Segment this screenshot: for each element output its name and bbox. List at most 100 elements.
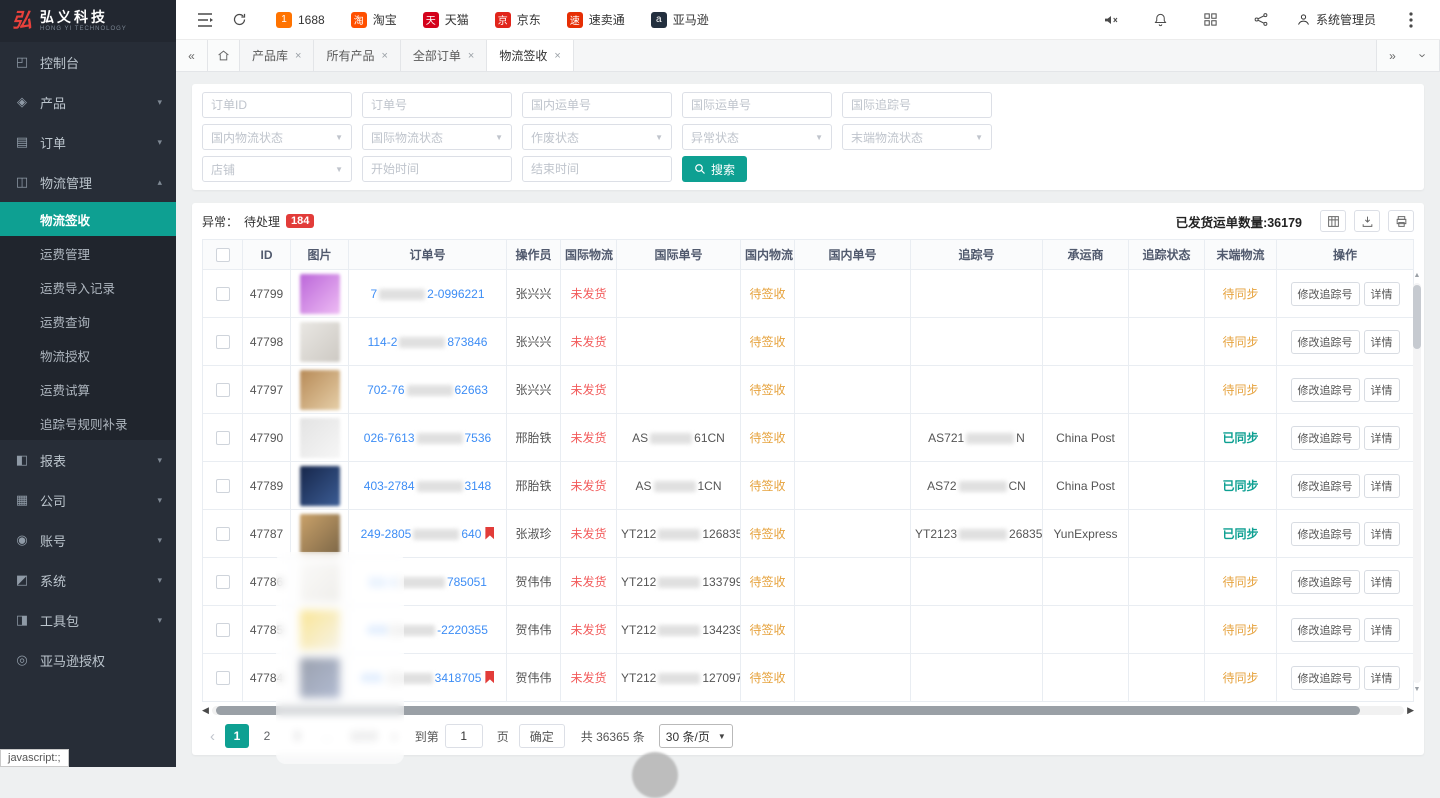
product-image[interactable] bbox=[300, 610, 340, 650]
sidebar-item-reports[interactable]: ◧ 报表 ▾ bbox=[0, 440, 176, 480]
scroll-up-icon[interactable]: ▲ bbox=[1414, 271, 1421, 281]
more-options-icon[interactable] bbox=[1396, 6, 1426, 34]
sidebar-subitem-logistics-signoff[interactable]: 物流签收 bbox=[0, 202, 176, 236]
void-status-select[interactable]: 作废状态▼ bbox=[522, 124, 672, 150]
user-menu[interactable]: 系统管理员 bbox=[1296, 11, 1376, 28]
sidebar-subitem-logistics-auth[interactable]: 物流授权 bbox=[0, 338, 176, 372]
share-nodes-icon[interactable] bbox=[1246, 6, 1276, 34]
page-button-1[interactable]: 1 bbox=[225, 724, 249, 748]
sidebar-subitem-freight-query[interactable]: 运费查询 bbox=[0, 304, 176, 338]
tab-all-orders[interactable]: 全部订单× bbox=[401, 40, 487, 71]
platform-link-taobao[interactable]: 淘淘宝 bbox=[351, 11, 397, 28]
sidebar-subitem-freight-manage[interactable]: 运费管理 bbox=[0, 236, 176, 270]
sidebar-item-accounts[interactable]: ◉ 账号 ▾ bbox=[0, 520, 176, 560]
vscroll-track[interactable] bbox=[1413, 283, 1421, 683]
sidebar-item-orders[interactable]: ▤ 订单 ▾ bbox=[0, 122, 176, 162]
exception-status-select[interactable]: 异常状态▼ bbox=[682, 124, 832, 150]
mute-speaker-icon[interactable] bbox=[1096, 6, 1126, 34]
scroll-left-icon[interactable]: ◀ bbox=[202, 705, 209, 716]
edit-tracking-button[interactable]: 修改追踪号 bbox=[1291, 474, 1360, 498]
detail-button[interactable]: 详情 bbox=[1364, 426, 1400, 450]
collapse-sidebar-icon[interactable] bbox=[190, 6, 220, 34]
platform-link-amazon[interactable]: a亚马逊 bbox=[651, 11, 709, 28]
edit-tracking-button[interactable]: 修改追踪号 bbox=[1291, 378, 1360, 402]
platform-link-1688[interactable]: 11688 bbox=[276, 12, 325, 28]
domestic-waybill-input[interactable] bbox=[522, 92, 672, 118]
export-icon[interactable] bbox=[1354, 210, 1380, 232]
hscroll-track[interactable] bbox=[212, 706, 1404, 715]
close-icon[interactable]: × bbox=[381, 50, 387, 62]
domestic-logistics-status-select[interactable]: 国内物流状态▼ bbox=[202, 124, 352, 150]
order-number-link[interactable]: 026-76137536 bbox=[364, 431, 491, 445]
page-button-3[interactable]: 3 bbox=[285, 724, 309, 748]
platform-link-jd[interactable]: 京京东 bbox=[495, 11, 541, 28]
close-icon[interactable]: × bbox=[468, 50, 474, 62]
tab-product-library[interactable]: 产品库× bbox=[240, 40, 314, 71]
detail-button[interactable]: 详情 bbox=[1364, 618, 1400, 642]
edit-tracking-button[interactable]: 修改追踪号 bbox=[1291, 330, 1360, 354]
scroll-right-icon[interactable]: ▶ bbox=[1407, 705, 1414, 716]
product-image[interactable] bbox=[300, 466, 340, 506]
row-checkbox[interactable] bbox=[216, 671, 230, 685]
columns-icon[interactable] bbox=[1320, 210, 1346, 232]
tab-logistics-signoff[interactable]: 物流签收× bbox=[487, 40, 573, 71]
row-checkbox[interactable] bbox=[216, 431, 230, 445]
sidebar-item-company[interactable]: ▦ 公司 ▾ bbox=[0, 480, 176, 520]
order-number-link[interactable]: 72-0996221 bbox=[370, 287, 484, 301]
order-number-link[interactable]: 408-3418705 bbox=[361, 671, 482, 685]
product-image[interactable] bbox=[300, 370, 340, 410]
vscroll-thumb[interactable] bbox=[1413, 285, 1421, 349]
tabs-menu-button[interactable]: › bbox=[1408, 40, 1440, 71]
product-image[interactable] bbox=[300, 274, 340, 314]
row-checkbox[interactable] bbox=[216, 527, 230, 541]
platform-link-aliexpress[interactable]: 速速卖通 bbox=[567, 11, 625, 28]
order-number-link[interactable]: 702-7662663 bbox=[367, 383, 488, 397]
edit-tracking-button[interactable]: 修改追踪号 bbox=[1291, 522, 1360, 546]
detail-button[interactable]: 详情 bbox=[1364, 282, 1400, 306]
tabs-scroll-right-button[interactable]: » bbox=[1376, 40, 1408, 71]
order-number-link[interactable]: 111-1785051 bbox=[368, 575, 487, 589]
detail-button[interactable]: 详情 bbox=[1364, 330, 1400, 354]
tab-all-products[interactable]: 所有产品× bbox=[314, 40, 400, 71]
detail-button[interactable]: 详情 bbox=[1364, 378, 1400, 402]
sidebar-item-system[interactable]: ◩ 系统 ▾ bbox=[0, 560, 176, 600]
row-checkbox[interactable] bbox=[216, 383, 230, 397]
prev-page-button[interactable]: ‹ bbox=[206, 728, 219, 745]
order-number-link[interactable]: 249-2805640 bbox=[361, 527, 482, 541]
order-number-link[interactable]: 403-27843148 bbox=[364, 479, 491, 493]
order-id-input[interactable] bbox=[202, 92, 352, 118]
order-number-link[interactable]: 408-2220355 bbox=[367, 623, 488, 637]
order-no-input[interactable] bbox=[362, 92, 512, 118]
detail-button[interactable]: 详情 bbox=[1364, 666, 1400, 690]
edit-tracking-button[interactable]: 修改追踪号 bbox=[1291, 282, 1360, 306]
start-time-input[interactable] bbox=[362, 156, 512, 182]
end-time-input[interactable] bbox=[522, 156, 672, 182]
pending-count-badge[interactable]: 184 bbox=[286, 214, 314, 228]
row-checkbox[interactable] bbox=[216, 335, 230, 349]
product-image[interactable] bbox=[300, 322, 340, 362]
product-image[interactable] bbox=[300, 514, 340, 554]
intl-waybill-input[interactable] bbox=[682, 92, 832, 118]
pending-label[interactable]: 待处理 bbox=[244, 213, 280, 230]
sidebar-subitem-freight-import[interactable]: 运费导入记录 bbox=[0, 270, 176, 304]
tabs-scroll-left-button[interactable]: « bbox=[176, 40, 208, 71]
table-horizontal-scrollbar[interactable]: ◀ ▶ bbox=[202, 704, 1414, 717]
edit-tracking-button[interactable]: 修改追踪号 bbox=[1291, 570, 1360, 594]
next-page-button[interactable]: › bbox=[388, 728, 401, 745]
sidebar-item-console[interactable]: ◰ 控制台 bbox=[0, 42, 176, 82]
sidebar-item-amazon-auth[interactable]: ◎ 亚马逊授权 bbox=[0, 640, 176, 680]
search-button[interactable]: 搜索 bbox=[682, 156, 747, 182]
detail-button[interactable]: 详情 bbox=[1364, 570, 1400, 594]
close-icon[interactable]: × bbox=[554, 50, 560, 62]
end-logistics-status-select[interactable]: 末端物流状态▼ bbox=[842, 124, 992, 150]
scroll-down-icon[interactable]: ▼ bbox=[1414, 685, 1421, 695]
shop-select[interactable]: 店铺▼ bbox=[202, 156, 352, 182]
detail-button[interactable]: 详情 bbox=[1364, 522, 1400, 546]
bell-icon[interactable] bbox=[1146, 6, 1176, 34]
platform-link-tmall[interactable]: 天天猫 bbox=[423, 11, 469, 28]
close-icon[interactable]: × bbox=[295, 50, 301, 62]
per-page-select[interactable]: 30 条/页▼ bbox=[659, 724, 733, 748]
product-image[interactable] bbox=[300, 418, 340, 458]
product-image[interactable] bbox=[300, 562, 340, 602]
sidebar-item-products[interactable]: ◈ 产品 ▾ bbox=[0, 82, 176, 122]
